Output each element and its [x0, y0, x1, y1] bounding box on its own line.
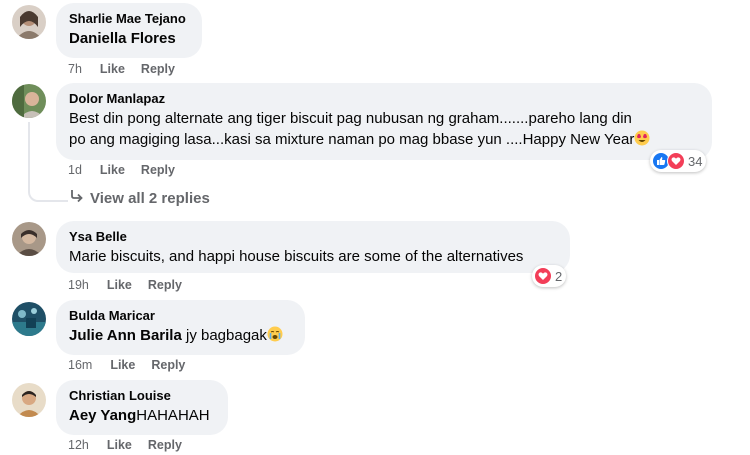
comment-bubble-4: Bulda Maricar Julie Ann Barila jy bagbag… — [56, 300, 305, 355]
view-replies-link[interactable]: View all 2 replies — [70, 189, 210, 207]
comment-time[interactable]: 16m — [68, 357, 92, 373]
view-replies-label: View all 2 replies — [90, 189, 210, 207]
comment-bubble-1: Sharlie Mae Tejano Daniella Flores — [56, 3, 202, 58]
comment-text-line-2: po ang magiging lasa...kasi sa mixture n… — [69, 130, 700, 152]
reply-button[interactable]: Reply — [151, 357, 185, 373]
reply-button[interactable]: Reply — [141, 61, 175, 77]
comment-text: Daniella Flores — [69, 29, 190, 49]
comment-text: Julie Ann Barila jy bagbagak — [69, 326, 293, 348]
comment-actions: 1d Like Reply — [68, 162, 191, 178]
comment-text: Marie biscuits, and happi house biscuits… — [69, 248, 524, 265]
comment-bubble-5: Christian Louise Aey YangHAHAHAH — [56, 380, 228, 435]
reply-arrow-icon — [70, 189, 84, 207]
love-reaction-icon — [667, 152, 685, 170]
reply-button[interactable]: Reply — [141, 162, 175, 178]
comment-actions: 7h Like Reply — [68, 61, 191, 77]
comment-time[interactable]: 12h — [68, 437, 89, 453]
comment-time[interactable]: 7h — [68, 61, 82, 77]
reaction-count: 34 — [688, 153, 703, 169]
comment-author[interactable]: Christian Louise — [69, 388, 216, 404]
reaction-count: 2 — [555, 268, 563, 284]
comment-bubble-3: Ysa Belle Marie biscuits, and happi hous… — [56, 221, 570, 273]
love-reaction-icon — [534, 267, 552, 285]
like-button[interactable]: Like — [107, 437, 132, 453]
reaction-summary[interactable]: 34 — [650, 150, 707, 172]
like-button[interactable]: Like — [100, 61, 125, 77]
reply-button[interactable]: Reply — [148, 277, 182, 293]
avatar-christian[interactable] — [12, 383, 46, 417]
like-button[interactable]: Like — [100, 162, 125, 178]
avatar-dolor[interactable] — [12, 84, 46, 118]
comment-text-line-2-body: po ang magiging lasa...kasi sa mixture n… — [69, 131, 635, 148]
heart-eyes-emoji — [634, 130, 650, 152]
like-button[interactable]: Like — [107, 277, 132, 293]
comment-actions: 16m Like Reply — [68, 357, 201, 373]
crying-emoji — [267, 326, 283, 348]
reply-button[interactable]: Reply — [148, 437, 182, 453]
comment-author[interactable]: Ysa Belle — [69, 229, 558, 245]
mention-link[interactable]: Daniella Flores — [69, 30, 176, 47]
comment-actions: 19h Like Reply — [68, 277, 198, 293]
comment-author[interactable]: Bulda Maricar — [69, 308, 293, 324]
comment-author[interactable]: Dolor Manlapaz — [69, 91, 700, 107]
comment-time[interactable]: 1d — [68, 162, 82, 178]
avatar-sharlie[interactable] — [12, 5, 46, 39]
mention-link[interactable]: Julie Ann Barila — [69, 327, 182, 344]
comment-actions: 12h Like Reply — [68, 437, 198, 453]
avatar-ysa[interactable] — [12, 222, 46, 256]
comment-text-body: jy bagbagak — [181, 327, 267, 344]
comment-time[interactable]: 19h — [68, 277, 89, 293]
comment-text: Aey YangHAHAHAH — [69, 406, 216, 426]
comment-bubble-2: Dolor Manlapaz Best din pong alternate a… — [56, 83, 712, 160]
reaction-summary[interactable]: 2 — [532, 265, 567, 287]
comment-text-body: HAHAHAH — [136, 407, 210, 424]
avatar-bulda[interactable] — [12, 302, 46, 336]
like-button[interactable]: Like — [110, 357, 135, 373]
comment-text-line-1: Best din pong alternate ang tiger biscui… — [69, 110, 632, 127]
mention-link[interactable]: Aey Yang — [69, 407, 136, 424]
comment-author[interactable]: Sharlie Mae Tejano — [69, 11, 190, 27]
